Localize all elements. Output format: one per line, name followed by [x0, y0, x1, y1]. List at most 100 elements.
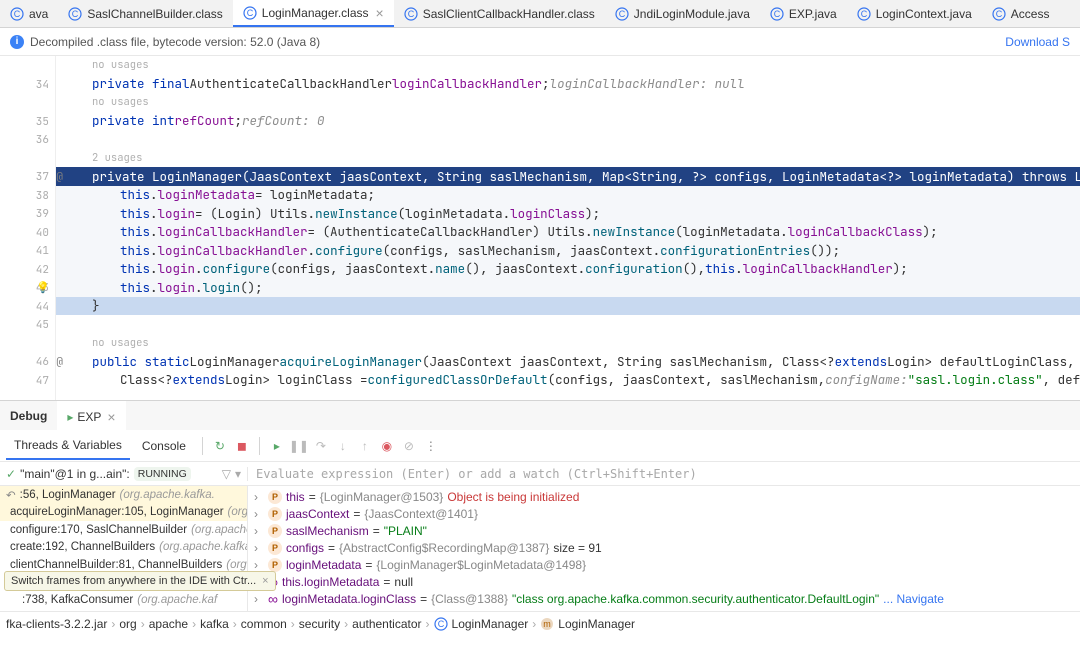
variable-row[interactable]: ›PloginMetadata = {LoginManager$LoginMet… — [248, 556, 1080, 573]
class-icon: C — [68, 7, 82, 21]
variable-row[interactable]: ›Pthis = {LoginManager@1503} Object is b… — [248, 488, 1080, 505]
variable-row[interactable]: ›∞loginMetadata.loginClass = {Class@1388… — [248, 590, 1080, 607]
gutter-line[interactable]: 39 — [0, 205, 55, 224]
crumb-separator: › — [111, 617, 115, 631]
class-icon: C — [770, 7, 784, 21]
frames-list[interactable]: ↶:56, LoginManager (org.apache.kafka.acq… — [0, 486, 248, 611]
gutter-line[interactable]: 47 — [0, 372, 55, 391]
run-icon: ▸ — [67, 410, 73, 424]
close-icon[interactable]: × — [107, 409, 115, 425]
gutter-line[interactable]: 42 — [0, 261, 55, 280]
expand-arrow-icon[interactable]: › — [254, 592, 264, 606]
editor-tab[interactable]: CLoginContext.java — [847, 0, 982, 27]
expand-arrow-icon[interactable]: › — [254, 490, 264, 504]
crumb-separator: › — [532, 617, 536, 631]
view-breakpoints-icon[interactable]: ◉ — [378, 437, 396, 455]
console-tab[interactable]: Console — [134, 433, 194, 459]
step-into-icon[interactable]: ↓ — [334, 437, 352, 455]
stack-frame[interactable]: acquireLoginManager:105, LoginManager (o… — [0, 504, 247, 522]
svg-text:C: C — [437, 619, 444, 629]
code-editor[interactable]: 34 3536 37@383940414243💡4445 46@47 no usage… — [0, 56, 1080, 400]
code-area[interactable]: no usages private final AuthenticateCall… — [56, 56, 1080, 400]
step-out-icon[interactable]: ↑ — [356, 437, 374, 455]
hint-tooltip: Switch frames from anywhere in the IDE w… — [4, 571, 276, 591]
editor-tab[interactable]: CJndiLoginModule.java — [605, 0, 760, 27]
breadcrumb-item[interactable]: fka-clients-3.2.2.jar — [6, 617, 107, 631]
resume-icon[interactable]: ▸ — [268, 437, 286, 455]
gutter-line[interactable]: 37@ — [0, 168, 55, 187]
intention-bulb-icon[interactable]: 💡 — [36, 281, 50, 295]
step-over-icon[interactable]: ↷ — [312, 437, 330, 455]
svg-text:C: C — [14, 9, 21, 19]
highlighted-line[interactable]: private LoginManager(JaasContext jaasCon… — [56, 167, 1080, 186]
variable-row[interactable]: ∞this.login = null — [248, 607, 1080, 611]
thread-selector[interactable]: ✓ "main"@1 in g...ain": RUNNING ▽ ▾ — [0, 467, 248, 481]
gutter-line[interactable]: 45 — [0, 316, 55, 335]
editor-tab[interactable]: CSaslChannelBuilder.class — [58, 0, 232, 27]
variable-row[interactable]: ›PsaslMechanism = "PLAIN" — [248, 522, 1080, 539]
more-icon[interactable]: ⋮ — [422, 437, 440, 455]
stack-frame[interactable]: ↶:56, LoginManager (org.apache.kafka. — [0, 486, 247, 504]
field-icon: ∞ — [268, 608, 278, 612]
breadcrumb-item[interactable]: kafka — [200, 617, 229, 631]
evaluate-expression-input[interactable]: Evaluate expression (Enter) or add a wat… — [248, 467, 1080, 481]
variables-tree[interactable]: ›Pthis = {LoginManager@1503} Object is b… — [248, 486, 1080, 611]
crumb-separator: › — [344, 617, 348, 631]
filter-icon[interactable]: ▽ — [222, 467, 231, 481]
gutter-line[interactable] — [0, 150, 55, 169]
editor-tab[interactable]: CSaslClientCallbackHandler.class — [394, 0, 605, 27]
breadcrumb-item[interactable]: security — [299, 617, 340, 631]
chevron-down-icon[interactable]: ▾ — [235, 467, 241, 481]
breadcrumb-item[interactable]: apache — [149, 617, 188, 631]
stop-icon[interactable]: ◼ — [233, 437, 251, 455]
crumb-separator: › — [141, 617, 145, 631]
expand-arrow-icon[interactable]: › — [254, 507, 264, 521]
crumb-separator: › — [426, 617, 430, 631]
expand-arrow-icon[interactable]: › — [254, 524, 264, 538]
gutter-line[interactable]: 44 — [0, 298, 55, 317]
gutter-line[interactable]: 41 — [0, 242, 55, 261]
pause-icon[interactable]: ❚❚ — [290, 437, 308, 455]
variable-row[interactable]: ∞this.loginMetadata = null — [248, 573, 1080, 590]
threads-variables-tab[interactable]: Threads & Variables — [6, 432, 130, 460]
breadcrumb-item[interactable]: common — [241, 617, 287, 631]
gutter-line[interactable]: 38 — [0, 187, 55, 206]
gutter-line[interactable] — [0, 94, 55, 113]
editor-tab[interactable]: Cava — [0, 0, 58, 27]
navigate-link[interactable]: ... Navigate — [883, 592, 944, 606]
usage-hint: no usages — [92, 58, 149, 72]
gutter-line[interactable]: 43💡 — [0, 279, 55, 298]
gutter-line[interactable]: 40 — [0, 224, 55, 243]
breadcrumb-item[interactable]: LoginManager — [558, 617, 635, 631]
editor-tab[interactable]: CLoginManager.class× — [233, 0, 394, 27]
editor-tab[interactable]: CEXP.java — [760, 0, 847, 27]
mute-breakpoints-icon[interactable]: ⊘ — [400, 437, 418, 455]
gutter-line[interactable]: 35 — [0, 113, 55, 132]
close-icon[interactable]: × — [262, 575, 268, 587]
variable-row[interactable]: ›Pconfigs = {AbstractConfig$RecordingMap… — [248, 539, 1080, 556]
breadcrumb-item[interactable]: org — [119, 617, 136, 631]
breadcrumb-item[interactable]: authenticator — [352, 617, 421, 631]
expand-arrow-icon[interactable]: › — [254, 558, 264, 572]
gutter-line[interactable] — [0, 335, 55, 354]
rerun-icon[interactable]: ↻ — [211, 437, 229, 455]
class-icon: C — [992, 7, 1006, 21]
decompile-message: Decompiled .class file, bytecode version… — [30, 35, 320, 49]
gutter-line[interactable]: 46@ — [0, 353, 55, 372]
run-config-tab[interactable]: ▸ EXP × — [57, 401, 125, 431]
gutter-line[interactable] — [0, 57, 55, 76]
breadcrumb[interactable]: fka-clients-3.2.2.jar › org › apache › kafka › c… — [0, 611, 1080, 635]
expand-arrow-icon[interactable]: › — [254, 541, 264, 555]
gutter-line[interactable]: 36 — [0, 131, 55, 150]
gutter-line[interactable]: 34 — [0, 76, 55, 95]
variable-row[interactable]: ›PjaasContext = {JaasContext@1401} — [248, 505, 1080, 522]
stack-frame[interactable]: create:192, ChannelBuilders (org.apache.… — [0, 539, 247, 557]
download-sources-link[interactable]: Download S — [1005, 35, 1070, 49]
stack-frame[interactable]: configure:170, SaslChannelBuilder (org.a… — [0, 521, 247, 539]
stack-frame[interactable]: :738, KafkaConsumer (org.apache.kaf — [0, 591, 247, 609]
editor-tab[interactable]: CAccess — [982, 0, 1060, 27]
svg-text:C: C — [247, 8, 254, 18]
crumb-separator: › — [291, 617, 295, 631]
close-icon[interactable]: × — [376, 5, 384, 21]
breadcrumb-item[interactable]: LoginManager — [452, 617, 529, 631]
